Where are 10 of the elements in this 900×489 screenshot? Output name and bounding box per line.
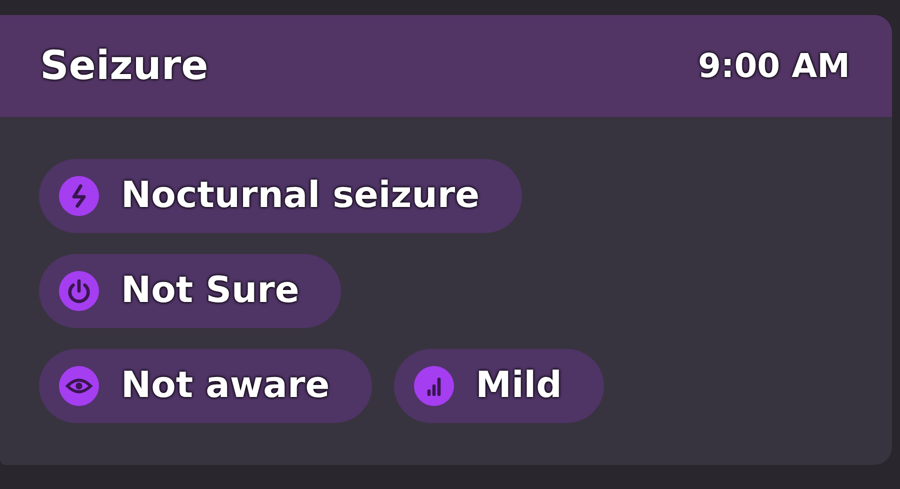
eye-icon bbox=[59, 366, 99, 406]
time-label: 9:00 AM bbox=[698, 45, 850, 88]
tag-label: Not Sure bbox=[121, 269, 300, 313]
card-title: Seizure bbox=[40, 42, 208, 91]
signal-bars-icon bbox=[414, 366, 454, 406]
power-icon bbox=[59, 271, 99, 311]
tag-label: Mild bbox=[476, 364, 562, 408]
tag-label: Not aware bbox=[121, 364, 330, 408]
bolt-icon bbox=[59, 176, 99, 216]
tag-label: Nocturnal seizure bbox=[121, 174, 480, 218]
